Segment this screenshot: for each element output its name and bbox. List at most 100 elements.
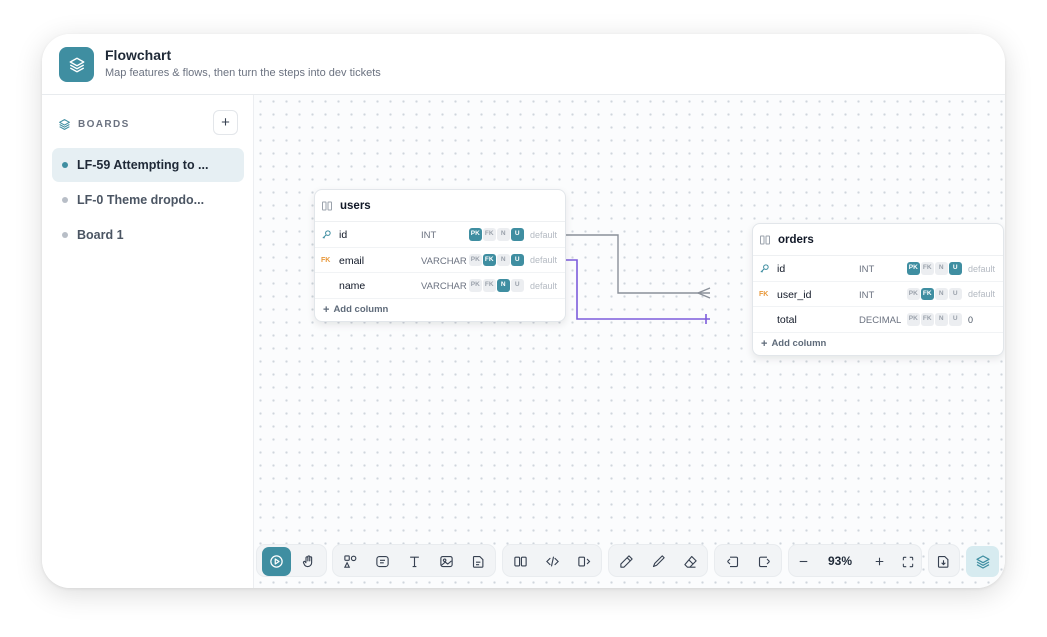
plus-icon: + (323, 303, 330, 316)
pk-toggle[interactable]: PK (907, 262, 920, 275)
boards-section-label: BOARDS (78, 118, 130, 130)
table-row[interactable]: id INT PK FK N U default (315, 222, 565, 248)
diagram-canvas[interactable]: users id INT PK FK N U default FK email (254, 95, 1005, 588)
unique-toggle[interactable]: U (949, 313, 962, 326)
column-default[interactable]: default (530, 230, 557, 240)
key-icon (321, 229, 333, 241)
table-users[interactable]: users id INT PK FK N U default FK email (314, 189, 566, 322)
fk-toggle[interactable]: FK (483, 228, 496, 241)
add-column-button[interactable]: + Add column (315, 299, 565, 321)
unique-toggle[interactable]: U (511, 279, 524, 292)
fk-toggle[interactable]: FK (921, 287, 934, 300)
key-icon (759, 263, 771, 275)
unique-toggle[interactable]: U (949, 287, 962, 300)
add-column-button[interactable]: + Add column (753, 333, 1003, 355)
board-item-label: LF-0 Theme dropdo... (77, 193, 205, 207)
nullable-toggle[interactable]: N (497, 228, 510, 241)
column-default[interactable]: default (530, 281, 557, 291)
fit-screen-button[interactable] (893, 547, 922, 576)
nullable-toggle[interactable]: N (935, 287, 948, 300)
pencil-tool-button[interactable] (612, 547, 641, 576)
app-title: Flowchart (105, 47, 172, 63)
foreign-key-marker: FK (759, 290, 769, 298)
nullable-toggle[interactable]: N (497, 253, 510, 266)
column-name: id (339, 229, 348, 241)
board-status-dot (62, 232, 68, 238)
pk-toggle[interactable]: PK (469, 228, 482, 241)
table-name: users (340, 199, 371, 212)
shapes-tool-button[interactable] (336, 547, 365, 576)
fk-toggle[interactable]: FK (483, 279, 496, 292)
toolbar-group-history (714, 544, 782, 577)
toolbar-group-navigation (256, 544, 327, 577)
table-icon (321, 200, 333, 212)
toolbar-group-components (502, 544, 602, 577)
add-board-button[interactable]: + (213, 110, 238, 135)
code-tool-button[interactable] (538, 547, 567, 576)
fk-toggle[interactable]: FK (921, 262, 934, 275)
pk-toggle[interactable]: PK (907, 313, 920, 326)
component-tool-button[interactable] (570, 547, 599, 576)
column-type: INT (859, 289, 875, 301)
zoom-out-button[interactable] (789, 547, 818, 576)
board-item-lf-0[interactable]: LF-0 Theme dropdo... (52, 183, 244, 217)
table-row[interactable]: FK user_id INT PK FK N U default (753, 282, 1003, 307)
document-tool-button[interactable] (464, 547, 493, 576)
table-orders[interactable]: orders id INT PK FK N U default FK user_… (752, 223, 1004, 356)
unique-toggle[interactable]: U (511, 253, 524, 266)
table-header[interactable]: orders (753, 224, 1003, 256)
board-item-lf-59[interactable]: LF-59 Attempting to ... (52, 148, 244, 182)
table-row[interactable]: total DECIMAL PK FK N U 0 (753, 307, 1003, 333)
text-icon (407, 554, 422, 569)
table-tool-button[interactable] (506, 547, 535, 576)
board-status-dot (62, 162, 68, 168)
column-default[interactable]: default (530, 255, 557, 265)
zoom-in-button[interactable] (865, 547, 894, 576)
note-icon (375, 554, 390, 569)
fk-toggle[interactable]: FK (483, 253, 496, 266)
image-tool-button[interactable] (432, 547, 461, 576)
select-tool-button[interactable] (262, 547, 291, 576)
table-row[interactable]: name VARCHAR PK FK N U default (315, 273, 565, 299)
pen-tool-button[interactable] (644, 547, 673, 576)
column-default[interactable]: default (968, 264, 995, 274)
column-default[interactable]: 0 (968, 315, 973, 325)
column-name: name (339, 280, 366, 292)
column-name: user_id (777, 288, 812, 301)
column-default[interactable]: default (968, 289, 995, 299)
board-item-board-1[interactable]: Board 1 (52, 218, 244, 252)
column-flags: PK FK N U (469, 228, 524, 241)
text-tool-button[interactable] (400, 547, 429, 576)
add-column-label: Add column (333, 304, 389, 315)
table-header[interactable]: users (315, 190, 565, 222)
note-tool-button[interactable] (368, 547, 397, 576)
board-item-label: Board 1 (77, 228, 124, 242)
undo-button[interactable] (718, 547, 747, 576)
hand-tool-button[interactable] (294, 547, 323, 576)
redo-icon (757, 554, 772, 569)
image-icon (439, 554, 454, 569)
document-icon (471, 554, 486, 569)
unique-toggle[interactable]: U (949, 262, 962, 275)
code-icon (545, 554, 560, 569)
pk-toggle[interactable]: PK (469, 279, 482, 292)
unique-toggle[interactable]: U (511, 228, 524, 241)
export-button[interactable] (929, 547, 958, 576)
fk-toggle[interactable]: FK (921, 313, 934, 326)
nullable-toggle[interactable]: N (497, 279, 510, 292)
layers-button[interactable] (966, 546, 999, 577)
add-column-label: Add column (771, 338, 827, 349)
pk-toggle[interactable]: PK (469, 253, 482, 266)
eraser-tool-button[interactable] (676, 547, 705, 576)
nullable-toggle[interactable]: N (935, 313, 948, 326)
table-row[interactable]: id INT PK FK N U default (753, 256, 1003, 282)
select-icon (269, 554, 284, 569)
pk-toggle[interactable]: PK (907, 287, 920, 300)
nullable-toggle[interactable]: N (935, 262, 948, 275)
redo-button[interactable] (750, 547, 779, 576)
table-row[interactable]: FK email VARCHAR PK FK N U default (315, 248, 565, 273)
boards-sidebar: BOARDS + LF-59 Attempting to ... LF-0 Th… (42, 95, 254, 588)
component-icon (577, 554, 592, 569)
app-window: Flowchart Map features & flows, then tur… (42, 34, 1005, 588)
toolbar-group-export (928, 544, 960, 577)
